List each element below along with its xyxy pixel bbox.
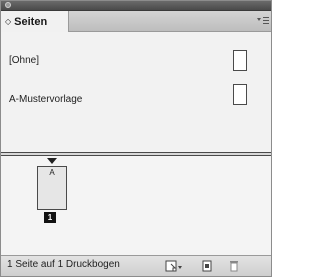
- page-master-prefix: A: [49, 168, 55, 177]
- spread-indicator-icon: [47, 158, 57, 164]
- pages-section: A 1: [1, 156, 271, 255]
- pages-panel: ◇ Seiten [Ohne] A-Mustervorlage A 1 1 Se…: [0, 0, 272, 277]
- new-page-icon[interactable]: [200, 260, 214, 272]
- page-thumbnail[interactable]: A: [37, 166, 67, 210]
- master-label: A-Mustervorlage: [9, 94, 83, 105]
- masters-section: [Ohne] A-Mustervorlage: [1, 32, 271, 152]
- close-panel-icon[interactable]: [5, 2, 11, 8]
- status-bar: 1 Seite auf 1 Druckbogen: [1, 255, 271, 276]
- trash-icon[interactable]: [227, 260, 241, 272]
- panel-tab-bar: ◇ Seiten: [1, 11, 271, 32]
- tab-stepper-icon: ◇: [5, 16, 12, 26]
- page-count-status: 1 Seite auf 1 Druckbogen: [7, 259, 120, 270]
- master-item-a[interactable]: A-Mustervorlage: [1, 83, 271, 107]
- panel-menu-icon[interactable]: [257, 17, 269, 25]
- master-label: [Ohne]: [9, 55, 40, 66]
- master-thumbnail[interactable]: [233, 84, 247, 105]
- page-number-badge: 1: [44, 212, 56, 223]
- master-item-none[interactable]: [Ohne]: [1, 49, 271, 73]
- tab-seiten[interactable]: ◇ Seiten: [1, 11, 69, 32]
- edit-page-size-icon[interactable]: [165, 260, 185, 272]
- panel-title-bar[interactable]: [1, 1, 271, 11]
- tab-label: Seiten: [14, 15, 48, 28]
- master-thumbnail[interactable]: [233, 50, 247, 71]
